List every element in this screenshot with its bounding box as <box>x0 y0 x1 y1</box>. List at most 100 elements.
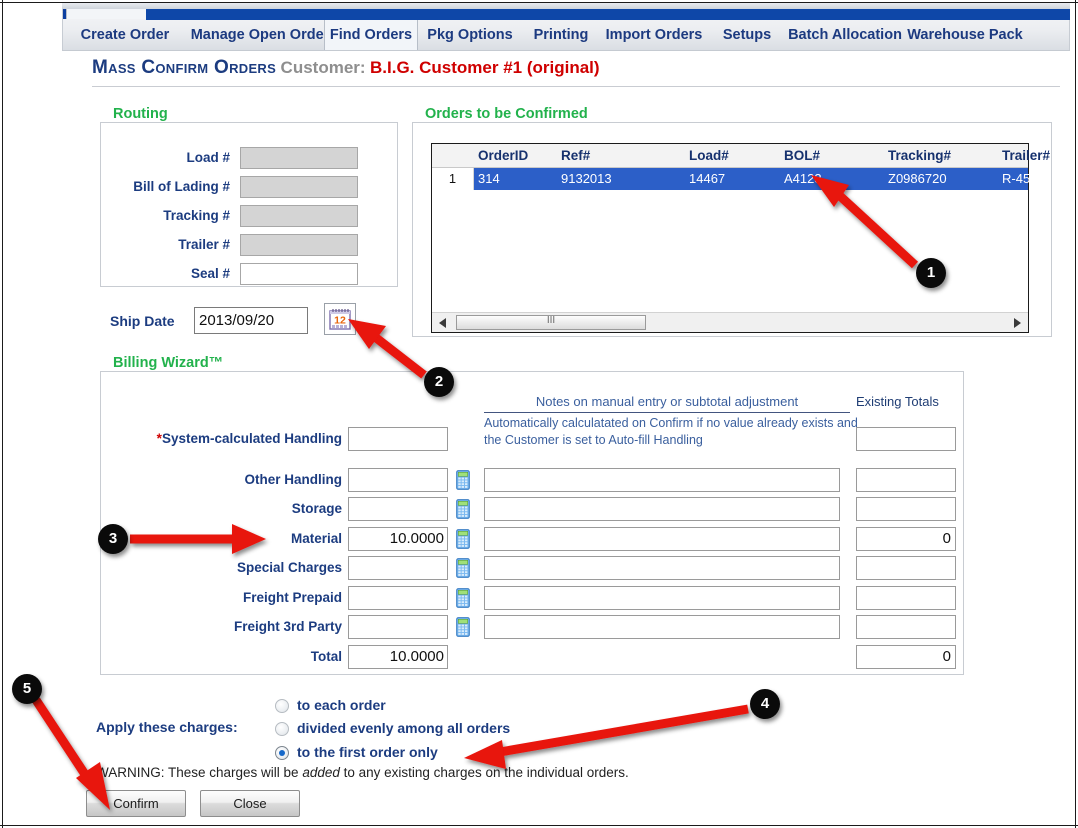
calculator-icon-special-charges[interactable] <box>456 558 470 578</box>
radio-label: divided evenly among all orders <box>297 720 511 736</box>
billing-note-storage[interactable] <box>484 497 840 521</box>
grid-cell-bol[interactable]: A4123 <box>784 168 884 190</box>
radio-label: to the first order only <box>297 744 438 760</box>
calculator-icon-material[interactable] <box>456 529 470 549</box>
billing-existing-total-freight-3rd-party <box>856 615 956 639</box>
grid-cell-tracking[interactable]: Z0986720 <box>888 168 998 190</box>
callout-marker-1: 1 <box>916 258 946 288</box>
billing-note-special-charges[interactable] <box>484 556 840 580</box>
grid-horizontal-scrollbar[interactable] <box>432 312 1028 332</box>
billing-amount-freight-prepaid[interactable] <box>348 586 448 610</box>
tab-setups[interactable]: Setups <box>712 20 782 51</box>
billing-label-freight-3rd-party: Freight 3rd Party <box>233 619 342 634</box>
tab-manage-open-order[interactable]: Manage Open Order <box>180 20 340 51</box>
billing-label-material: Material <box>290 531 342 546</box>
billing-amount-system-calculated-handling[interactable] <box>348 427 448 451</box>
calculator-icon <box>456 617 470 637</box>
tab-create-order[interactable]: Create Order <box>70 20 180 51</box>
callout-marker-2: 2 <box>424 367 454 397</box>
main-tab-bar: Create Order Manage Open Order Find Orders… <box>62 20 1070 51</box>
grid-cell-load[interactable]: 14467 <box>689 168 779 190</box>
page-border-bottom <box>0 825 1078 826</box>
calendar-icon: 12 <box>329 309 351 330</box>
orders-legend: Orders to be Confirmed <box>420 106 593 122</box>
close-button[interactable]: Close <box>200 790 300 817</box>
billing-amount-storage[interactable] <box>348 497 448 521</box>
grid-column-header-orderid[interactable]: OrderID <box>478 144 558 168</box>
radio-button[interactable] <box>275 746 289 760</box>
warning-prefix: WARNING: These charges will be <box>96 765 303 780</box>
billing-note-freight-prepaid[interactable] <box>484 586 840 610</box>
tab-printing[interactable]: Printing <box>522 20 600 51</box>
calculator-icon <box>456 558 470 578</box>
grid-cell-orderid[interactable]: 314 <box>478 168 558 190</box>
tab-find-orders[interactable]: Find Orders <box>324 20 418 51</box>
radio-button[interactable] <box>275 699 289 713</box>
billing-amount-material[interactable]: 10.0000 <box>348 527 448 551</box>
billing-existing-total-storage <box>856 497 956 521</box>
calendar-picker-button[interactable]: 12 <box>324 303 356 335</box>
calculator-icon-freight-3rd-party[interactable] <box>456 617 470 637</box>
grid-column-header-ref[interactable]: Ref# <box>561 144 681 168</box>
scroll-left-arrow-icon[interactable] <box>439 318 446 328</box>
billing-label-total: Total <box>310 649 342 664</box>
apply-charges-label: Apply these charges: <box>96 719 238 735</box>
billing-existing-total-material: 0 <box>856 527 956 551</box>
grid-column-header-tracking[interactable]: Tracking# <box>888 144 998 168</box>
table-row[interactable]: 1 314 9132013 14467 A4123 Z0986720 R-456 <box>432 168 1037 190</box>
tab-bar-underline <box>62 50 1070 51</box>
billing-wizard-legend: Billing Wizard™ <box>108 355 229 371</box>
title-divider <box>92 86 1060 87</box>
tab-batch-allocation[interactable]: Batch Allocation <box>775 20 915 51</box>
tab-pkg-options[interactable]: Pkg Options <box>420 20 520 51</box>
calculator-icon-freight-prepaid[interactable] <box>456 588 470 608</box>
billing-existing-total-system-calculated-handling <box>856 427 956 451</box>
routing-label-bill-of-lading-: Bill of Lading # <box>133 179 230 194</box>
tab-import-orders[interactable]: Import Orders <box>595 20 713 51</box>
billing-existing-total-total: 0 <box>856 645 956 669</box>
grid-column-header-bol[interactable]: BOL# <box>784 144 884 168</box>
warning-suffix: to any existing charges on the individua… <box>339 765 629 780</box>
billing-existing-total-other-handling <box>856 468 956 492</box>
page-title-heading: Mass Confirm Orders <box>92 57 277 78</box>
routing-label-trailer-: Trailer # <box>178 237 230 252</box>
routing-input-trailer- <box>240 234 358 256</box>
page-border-left <box>2 0 3 828</box>
billing-label-freight-prepaid: Freight Prepaid <box>242 590 342 605</box>
confirm-button[interactable]: Confirm <box>86 790 186 817</box>
routing-input-seal-[interactable] <box>240 263 358 285</box>
calculator-icon-other-handling[interactable] <box>456 470 470 490</box>
billing-label-special-charges: Special Charges <box>236 560 342 575</box>
scrollbar-thumb[interactable] <box>456 315 646 330</box>
billing-amount-freight-3rd-party[interactable] <box>348 615 448 639</box>
billing-amount-special-charges[interactable] <box>348 556 448 580</box>
scroll-right-arrow-icon[interactable] <box>1014 318 1021 328</box>
calculator-icon <box>456 588 470 608</box>
tab-warehouse-pack[interactable]: Warehouse Pack <box>895 20 1035 51</box>
radio-button[interactable] <box>275 722 289 736</box>
radio-label: to each order <box>297 697 386 713</box>
billing-note-material[interactable] <box>484 527 840 551</box>
billing-existing-total-freight-prepaid <box>856 586 956 610</box>
ship-date-input[interactable]: 2013/09/20 <box>194 307 308 334</box>
calculator-icon <box>456 499 470 519</box>
routing-legend: Routing <box>108 106 173 122</box>
orders-grid[interactable]: OrderID Ref# Load# BOL# Tracking# Trailer# 1 … <box>431 143 1050 333</box>
grid-column-header-trailer[interactable]: Trailer# <box>1002 144 1062 168</box>
routing-label-tracking-: Tracking # <box>163 208 230 223</box>
grid-cell-ref[interactable]: 9132013 <box>561 168 681 190</box>
auto-calculation-note: Automatically calculatated on Confirm if… <box>484 416 858 447</box>
page-title: Mass Confirm Orders Customer: B.I.G. Cus… <box>92 57 600 79</box>
existing-totals-column-header: Existing Totals <box>856 394 939 409</box>
customer-value: B.I.G. Customer #1 (original) <box>370 58 600 77</box>
billing-note-other-handling[interactable] <box>484 468 840 492</box>
grid-column-header-load[interactable]: Load# <box>689 144 779 168</box>
billing-amount-total: 10.0000 <box>348 645 448 669</box>
callout-marker-3: 3 <box>98 524 128 554</box>
billing-note-freight-3rd-party[interactable] <box>484 615 840 639</box>
calculator-icon-storage[interactable] <box>456 499 470 519</box>
page-border-right <box>1075 0 1076 828</box>
grid-cell-trailer[interactable]: R-456 <box>1002 168 1062 190</box>
billing-amount-other-handling[interactable] <box>348 468 448 492</box>
svg-text:12: 12 <box>334 315 346 327</box>
